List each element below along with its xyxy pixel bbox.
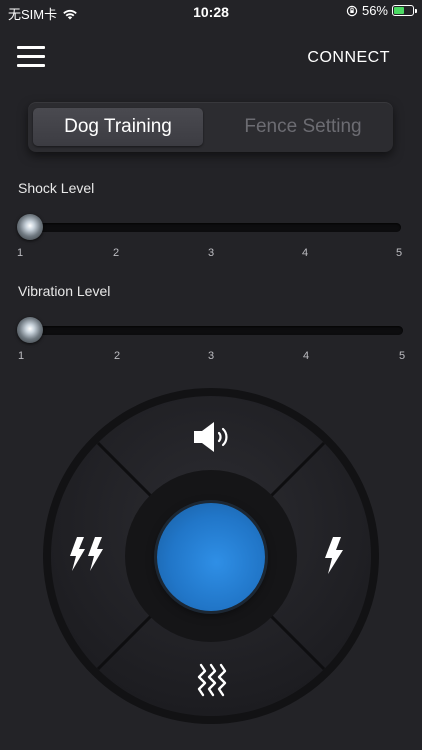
shock-tick-1: 1 (16, 247, 24, 259)
shock-level-track[interactable] (18, 223, 401, 232)
vibration-tick-2: 2 (113, 350, 121, 362)
connect-button[interactable]: CONNECT (307, 49, 390, 67)
vibration-level-thumb[interactable] (17, 317, 43, 343)
app-screen: 无SIM卡 10:28 56% CONNECT Dog Training Fen… (0, 0, 422, 750)
orientation-lock-icon (346, 5, 358, 16)
battery-percent: 56% (361, 3, 388, 18)
shock-level-label: Shock Level (18, 180, 95, 196)
vibration-level-label: Vibration Level (18, 283, 111, 299)
shock-tick-5: 5 (395, 247, 403, 259)
shock-tick-2: 2 (112, 247, 120, 259)
battery-fill (394, 7, 404, 14)
vibration-tick-4: 4 (302, 350, 310, 362)
tab-dog-training[interactable]: Dog Training (33, 108, 203, 146)
shock-tick-3: 3 (207, 247, 215, 259)
hamburger-menu-icon[interactable] (17, 46, 45, 68)
shock-level-thumb[interactable] (17, 214, 43, 240)
vibration-tick-1: 1 (17, 350, 25, 362)
vibration-level-track[interactable] (18, 326, 403, 335)
status-right: 56% (346, 3, 417, 18)
vibration-tick-5: 5 (398, 350, 406, 362)
vibration-tick-3: 3 (207, 350, 215, 362)
battery-nub (415, 9, 417, 13)
main-action-button[interactable] (157, 503, 265, 611)
tab-fence-setting[interactable]: Fence Setting (218, 108, 388, 146)
status-bar: 无SIM卡 10:28 56% (0, 0, 422, 24)
mode-tabs: Dog Training Fence Setting (28, 102, 393, 152)
shock-tick-4: 4 (301, 247, 309, 259)
battery-icon (392, 5, 417, 16)
